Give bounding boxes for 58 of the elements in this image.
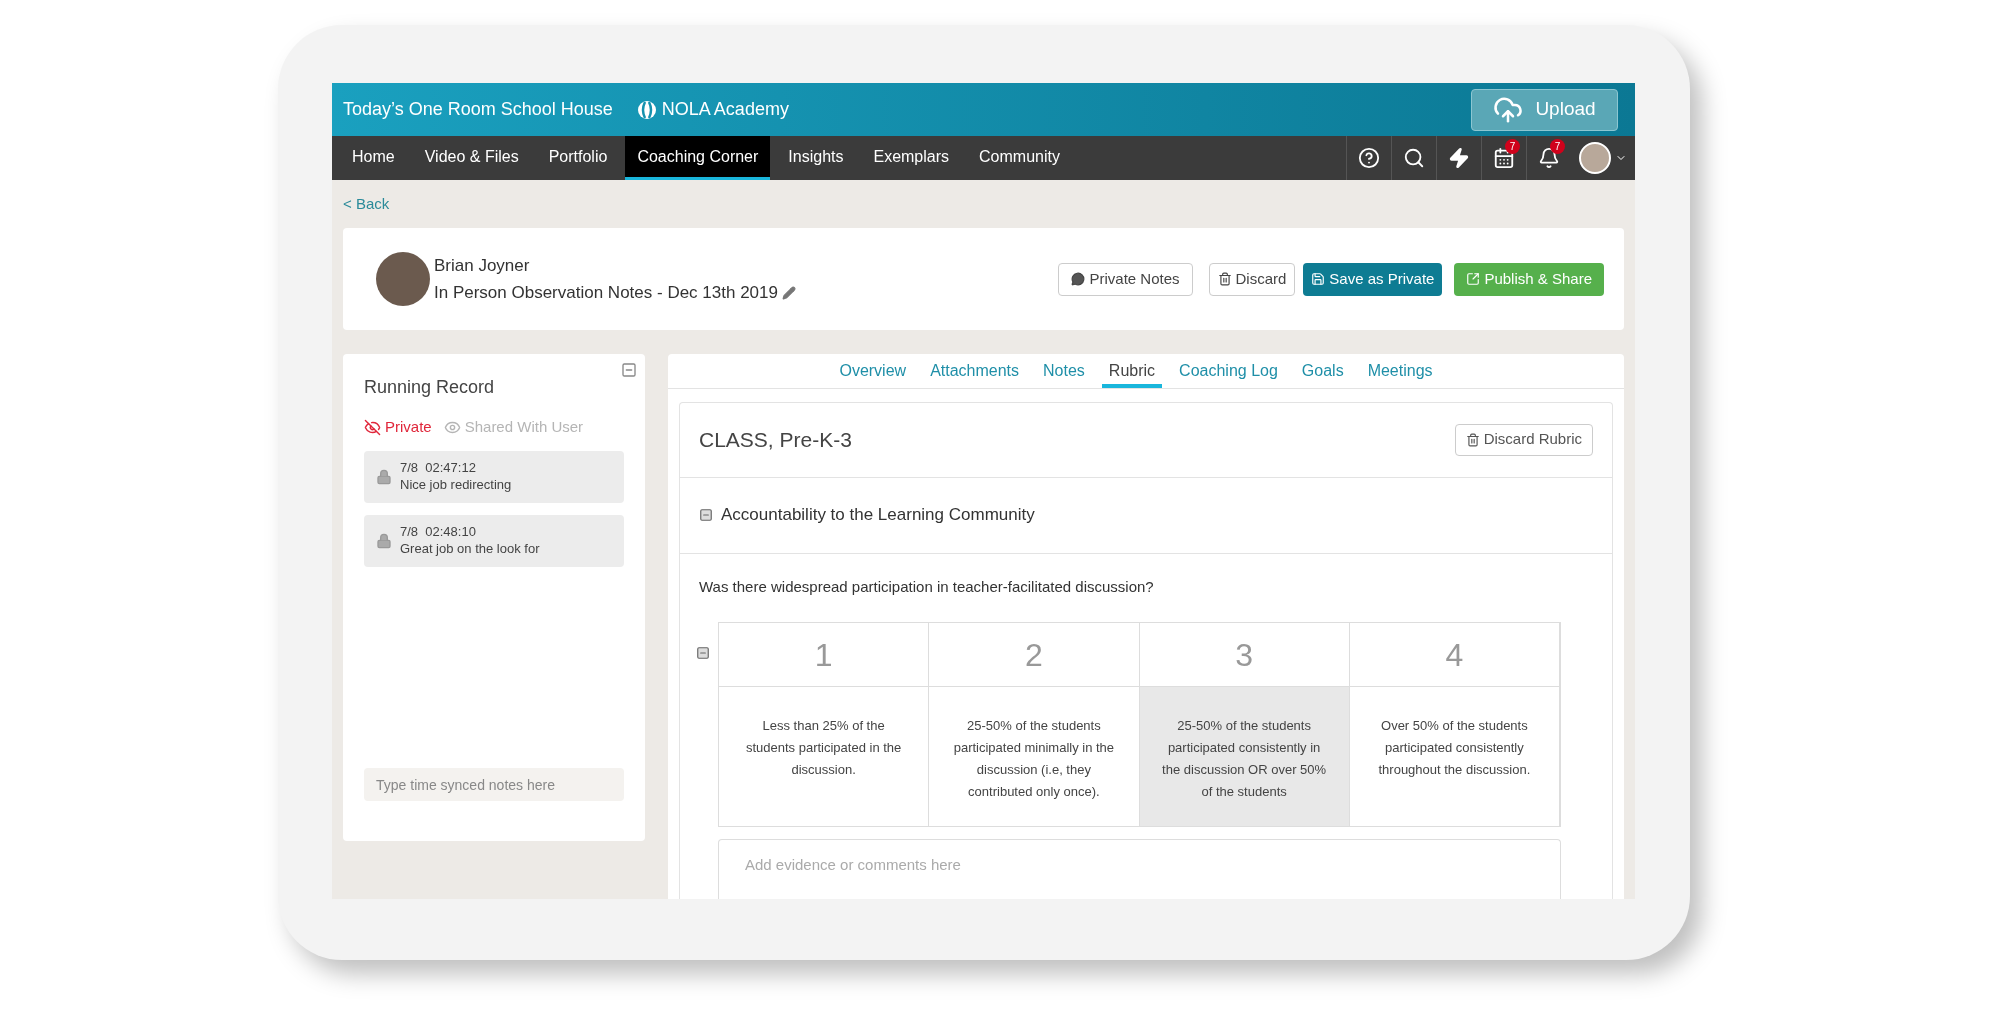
site-title: Today’s One Room School House (343, 98, 613, 121)
score-description[interactable]: 25-50% of the students participated consistently in the discussion OR over 50% of the students (1139, 687, 1350, 826)
content-tab[interactable]: Attachments (923, 354, 1027, 388)
nav-tab[interactable]: Portfolio (536, 136, 620, 180)
rubric-question: Was there widespread participation in teacher-facilitated discussion? (698, 576, 1155, 597)
visibility-filter[interactable]: Private (364, 416, 432, 439)
discard-rubric-button[interactable]: Discard Rubric (1454, 423, 1593, 456)
trash-icon (1465, 432, 1480, 447)
content-tab[interactable]: Coaching Log (1172, 354, 1285, 388)
private-notes-button[interactable]: Private Notes (1058, 262, 1193, 296)
edit-icon (781, 285, 796, 300)
cloud-upload-icon (1493, 94, 1524, 125)
content-tab[interactable]: Rubric (1101, 354, 1163, 388)
note-icon (1071, 272, 1086, 286)
lock-icon (376, 532, 392, 549)
save-icon (1311, 272, 1326, 286)
nav-tab[interactable]: Insights (776, 136, 856, 180)
save-as-private-button[interactable]: Save as Private (1303, 262, 1443, 296)
notification-badge: 7 (1550, 139, 1565, 154)
lightning-icon (1448, 147, 1470, 169)
toolbar-button[interactable]: 7 (1526, 136, 1571, 180)
lock-icon (376, 468, 392, 485)
school-name: NOLA Academy (661, 98, 789, 121)
teacher-avatar (376, 252, 430, 306)
help-icon (1358, 147, 1380, 169)
panel-title: Running Record (364, 376, 496, 399)
nav-tab[interactable]: Coaching Corner (625, 136, 771, 180)
note-time: 7/8 02:48:10 (400, 524, 477, 541)
note-text: Nice job redirecting (400, 476, 512, 493)
content-tab[interactable]: Notes (1036, 354, 1092, 388)
search-icon (1403, 147, 1425, 169)
collapse-icon[interactable] (696, 646, 710, 660)
content-tab[interactable]: Meetings (1360, 354, 1440, 388)
notes-input-field[interactable]: Type time synced notes here (364, 768, 624, 801)
note-entry[interactable]: 7/8 02:47:12 Nice job redirecting (364, 450, 624, 503)
note-text: Great job on the look for (400, 540, 540, 557)
eye-slash-icon (364, 418, 381, 436)
share-icon (1466, 272, 1481, 286)
nav-tab[interactable]: Community (967, 136, 1072, 180)
evidence-input-field[interactable]: Add evidence or comments here (718, 839, 1561, 899)
back-link[interactable]: < Back (343, 195, 390, 212)
nav-tab[interactable]: Exemplars (861, 136, 962, 180)
collapse-icon[interactable] (699, 508, 713, 522)
section-title: Accountability to the Learning Community (721, 504, 1035, 527)
nav-tab[interactable]: Home (340, 136, 407, 180)
teacher-name: Brian Joyner (434, 254, 531, 277)
rubric-title: CLASS, Pre-K-3 (699, 426, 852, 453)
notification-badge: 7 (1505, 139, 1520, 154)
note-entry[interactable]: 7/8 02:48:10 Great job on the look for (364, 514, 624, 567)
content-tab[interactable]: Overview (832, 354, 914, 388)
trash-icon (1217, 272, 1232, 286)
discard-button[interactable]: Discard (1208, 262, 1296, 296)
nav-tab[interactable]: Video & Files (412, 136, 531, 180)
content-tab[interactable]: Goals (1294, 354, 1351, 388)
user-avatar (1579, 142, 1611, 174)
note-time: 7/8 02:47:12 (400, 460, 477, 477)
observation-title: In Person Observation Notes - Dec 13th 2019 (434, 282, 778, 304)
toolbar-button[interactable]: 7 (1481, 136, 1526, 180)
